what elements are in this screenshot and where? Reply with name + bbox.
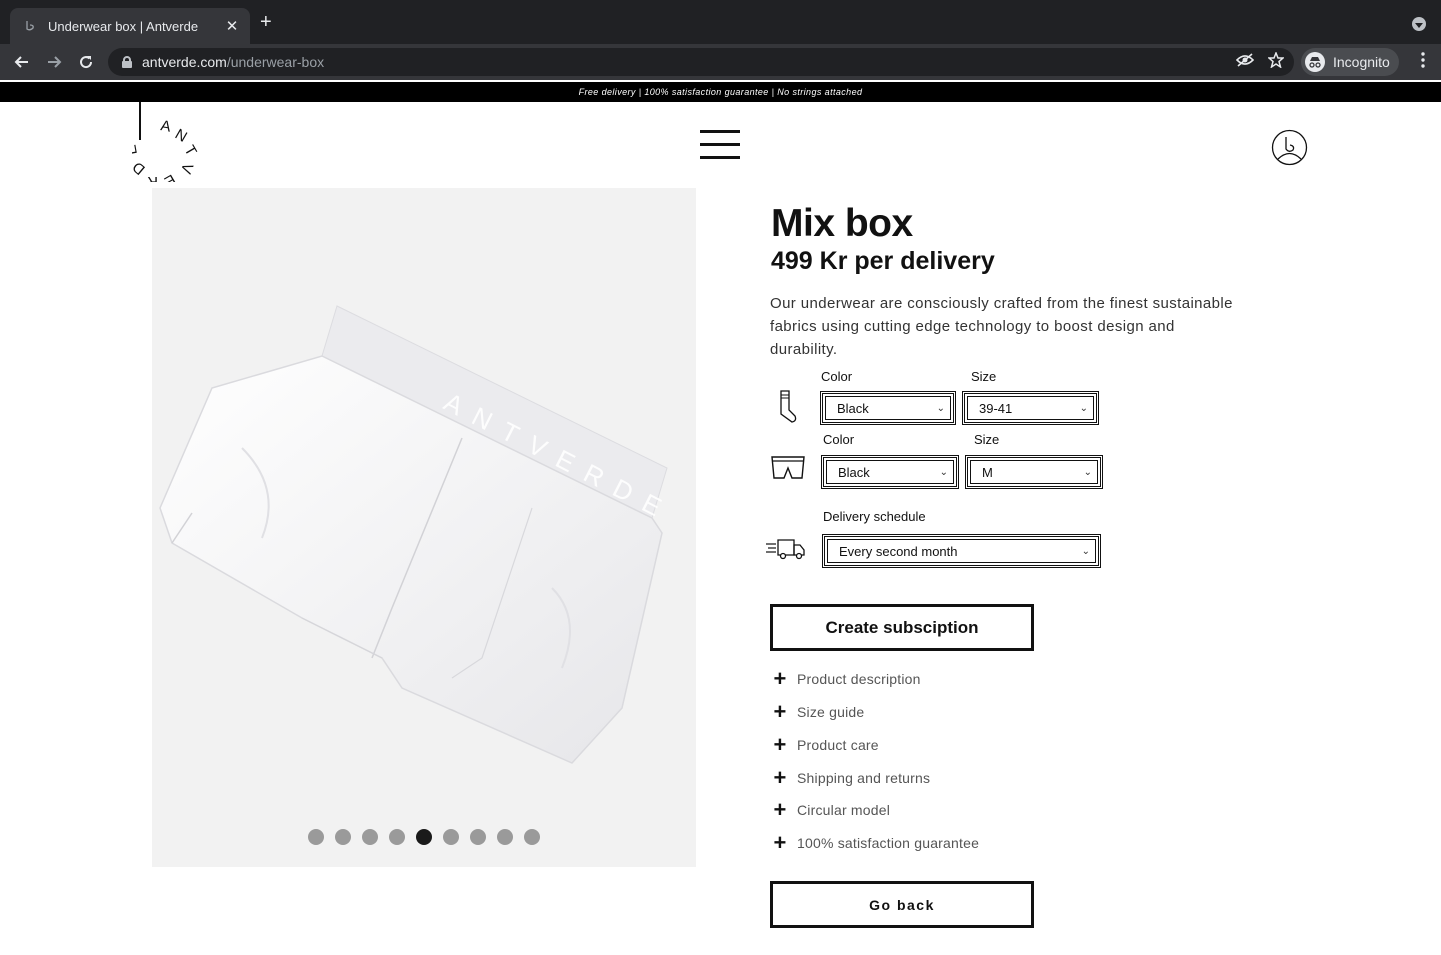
delivery-schedule-select[interactable]: Every second month ⌄	[822, 534, 1101, 568]
plus-icon: +	[773, 699, 787, 724]
plus-icon: +	[773, 830, 787, 855]
plus-icon: +	[773, 765, 787, 790]
product-gallery[interactable]: ANTVERDE	[152, 188, 696, 867]
gallery-dot[interactable]	[335, 829, 351, 845]
delivery-truck-icon	[766, 538, 806, 565]
accordion-item[interactable]: + Shipping and returns	[772, 765, 1092, 790]
tracking-blocked-eye-icon[interactable]	[1235, 52, 1255, 72]
tab-title: Underwear box | Antverde	[48, 18, 199, 34]
accordion-label: Product description	[797, 671, 921, 687]
boxer-icon	[771, 456, 805, 485]
incognito-profile-button[interactable]: Incognito	[1301, 48, 1399, 76]
underwear-size-select[interactable]: M ⌄	[965, 455, 1103, 489]
browser-menu-icon[interactable]	[1421, 52, 1425, 71]
svg-text:E: E	[132, 143, 141, 156]
underwear-color-value: Black	[838, 464, 870, 480]
gallery-dot[interactable]	[497, 829, 513, 845]
plus-icon: +	[773, 732, 787, 757]
underwear-color-select[interactable]: Black ⌄	[821, 455, 959, 489]
sock-color-value: Black	[837, 400, 869, 416]
delivery-schedule-label: Delivery schedule	[823, 509, 926, 524]
sock-size-value: 39-41	[979, 400, 1013, 416]
accordion-item[interactable]: + Circular model	[772, 797, 1092, 822]
antverde-logo[interactable]: A N T V E R D E	[122, 102, 202, 190]
accordion-label: Size guide	[797, 704, 865, 720]
underwear-size-value: M	[982, 464, 993, 480]
create-subscription-button[interactable]: Create subsciption	[770, 604, 1034, 651]
sock-color-label: Color	[821, 369, 853, 384]
incognito-label: Incognito	[1333, 54, 1390, 70]
accordion-item[interactable]: + Product care	[772, 732, 1092, 757]
address-bar[interactable]: antverde.com/underwear-box	[108, 48, 1294, 76]
account-icon[interactable]	[1271, 129, 1308, 166]
gallery-dot[interactable]	[524, 829, 540, 845]
new-tab-button[interactable]: +	[260, 12, 272, 32]
svg-text:D: D	[132, 158, 149, 178]
browser-tab[interactable]: Underwear box | Antverde ✕	[10, 8, 250, 44]
promo-bar: Free delivery | 100% satisfaction guaran…	[0, 82, 1441, 102]
accordion-item[interactable]: + Size guide	[772, 699, 1092, 724]
gallery-dot[interactable]	[389, 829, 405, 845]
accordion-label: Shipping and returns	[797, 770, 931, 786]
svg-text:A: A	[159, 117, 172, 135]
plus-icon: +	[773, 797, 787, 822]
forward-arrow-icon[interactable]	[42, 50, 66, 74]
gallery-dot[interactable]	[443, 829, 459, 845]
sock-icon	[777, 390, 799, 429]
tab-close-icon[interactable]: ✕	[222, 17, 242, 35]
underwear-color-label: Color	[823, 432, 855, 447]
gallery-dot[interactable]	[308, 829, 324, 845]
back-arrow-icon[interactable]	[10, 50, 34, 74]
menu-hamburger-icon[interactable]	[700, 130, 740, 160]
lock-icon	[122, 56, 132, 68]
svg-text:V: V	[177, 161, 196, 176]
accordion-item[interactable]: + Product description	[772, 666, 1092, 691]
favicon-icon	[22, 18, 38, 34]
sock-color-select[interactable]: Black ⌄	[820, 391, 956, 425]
reload-icon[interactable]	[74, 50, 98, 74]
accordion-item[interactable]: +100% satisfaction guarantee	[772, 830, 1092, 855]
chevron-down-icon: ⌄	[936, 403, 945, 414]
delivery-schedule-value: Every second month	[839, 543, 958, 559]
gallery-dot[interactable]	[416, 829, 432, 845]
sock-size-select[interactable]: 39-41 ⌄	[962, 391, 1099, 425]
svg-text:E: E	[161, 171, 178, 182]
gallery-dot[interactable]	[362, 829, 378, 845]
product-image: ANTVERDE	[159, 305, 679, 764]
svg-text:T: T	[181, 143, 200, 159]
plus-icon: +	[773, 666, 787, 691]
go-back-button[interactable]: Go back	[770, 881, 1034, 928]
browser-toolbar: antverde.com/underwear-box Incognito	[0, 44, 1441, 80]
product-description: Our underwear are consciously crafted fr…	[770, 295, 1233, 358]
url-path: /underwear-box	[226, 54, 325, 70]
bookmark-star-icon[interactable]	[1267, 50, 1285, 72]
chevron-down-icon: ⌄	[1079, 403, 1088, 414]
accordion-label: 100% satisfaction guarantee	[797, 835, 980, 851]
incognito-icon	[1305, 52, 1325, 72]
chevron-down-icon: ⌄	[939, 467, 948, 478]
product-price: 499 Kr per delivery	[771, 247, 995, 275]
sock-size-label: Size	[971, 369, 997, 384]
tab-search-icon[interactable]	[1412, 17, 1426, 31]
url-host: antverde.com	[142, 54, 227, 70]
chevron-down-icon: ⌄	[1083, 467, 1092, 478]
underwear-size-label: Size	[974, 432, 1000, 447]
accordion-label: Product care	[797, 737, 879, 753]
gallery-dot[interactable]	[470, 829, 486, 845]
svg-text:N: N	[172, 126, 190, 146]
gallery-dots	[152, 829, 696, 845]
chevron-down-icon: ⌄	[1081, 546, 1090, 557]
svg-text:R: R	[147, 173, 158, 182]
browser-tab-bar: Underwear box | Antverde ✕ +	[0, 0, 1441, 44]
accordion-label: Circular model	[797, 802, 891, 818]
product-title: Mix box	[771, 202, 913, 245]
